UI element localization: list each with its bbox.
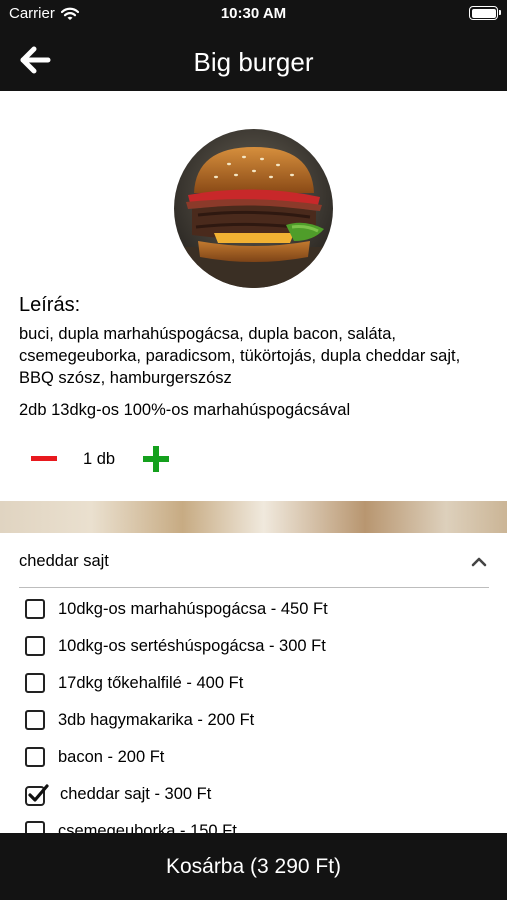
option-item[interactable]: csemegeuborka - 150 Ft: [25, 821, 328, 833]
description-extra: 2db 13dkg-os 100%-os marhahúspogácsával: [19, 401, 351, 419]
option-item[interactable]: 10dkg-os sertéshúspogácsa - 300 Ft: [25, 636, 328, 673]
background-image-strip: [0, 501, 507, 533]
options-panel: cheddar sajt 10dkg-os marhahúspogácsa - …: [0, 533, 507, 833]
option-item[interactable]: 17dkg tőkehalfilé - 400 Ft: [25, 673, 328, 710]
quantity-stepper: 1 db: [19, 442, 219, 476]
option-label: 17dkg tőkehalfilé - 400 Ft: [58, 674, 244, 692]
checkbox-unchecked[interactable]: [25, 599, 45, 619]
description-heading: Leírás:: [19, 294, 81, 316]
quantity-value: 1 db: [83, 450, 116, 468]
option-label: 10dkg-os marhahúspogácsa - 450 Ft: [58, 600, 328, 618]
status-time: 10:30 AM: [220, 5, 287, 22]
add-to-cart-button[interactable]: Kosárba (3 290 Ft): [0, 833, 507, 900]
burger-photo: [174, 129, 333, 288]
option-item[interactable]: cheddar sajt - 300 Ft: [25, 784, 328, 821]
option-label: 10dkg-os sertéshúspogácsa - 300 Ft: [58, 637, 326, 655]
checkbox-unchecked[interactable]: [25, 747, 45, 767]
chevron-up-icon[interactable]: [471, 556, 487, 567]
add-to-cart-label: Kosárba (3 290 Ft): [165, 854, 342, 878]
checkbox-unchecked[interactable]: [25, 636, 45, 656]
option-item[interactable]: bacon - 200 Ft: [25, 747, 328, 784]
option-label: bacon - 200 Ft: [58, 748, 165, 766]
options-selected-label: cheddar sajt: [19, 552, 109, 570]
page-title: Big burger: [193, 47, 314, 77]
plus-icon[interactable]: [143, 446, 169, 472]
description-text: buci, dupla marhahúspogácsa, dupla bacon…: [19, 325, 461, 387]
checkbox-unchecked[interactable]: [25, 821, 45, 833]
options-list: 10dkg-os marhahúspogácsa - 450 Ft 10dkg-…: [25, 599, 328, 833]
checkbox-unchecked[interactable]: [25, 710, 45, 730]
option-label: cheddar sajt - 300 Ft: [60, 785, 212, 803]
checkbox-checked-icon[interactable]: [25, 784, 49, 806]
product-details: Leírás: buci, dupla marhahúspogácsa, dup…: [0, 91, 507, 501]
option-item[interactable]: 3db hagymakarika - 200 Ft: [25, 710, 328, 747]
nav-bar: Big burger: [0, 28, 507, 91]
option-item[interactable]: 10dkg-os marhahúspogácsa - 450 Ft: [25, 599, 328, 636]
minus-icon[interactable]: [31, 456, 57, 461]
battery-icon: [469, 6, 501, 20]
status-bar: Carrier 10:30 AM: [0, 0, 507, 28]
options-dropdown-header[interactable]: cheddar sajt: [19, 552, 489, 588]
checkbox-unchecked[interactable]: [25, 673, 45, 693]
option-label: 3db hagymakarika - 200 Ft: [58, 711, 255, 729]
option-label: csemegeuborka - 150 Ft: [58, 822, 237, 833]
